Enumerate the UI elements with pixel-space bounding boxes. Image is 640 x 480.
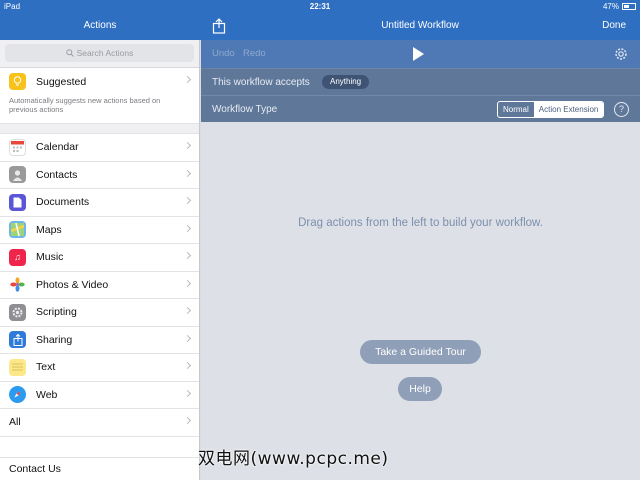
chevron-right-icon xyxy=(183,306,192,315)
chevron-right-icon xyxy=(183,141,192,150)
photos-icon xyxy=(9,276,26,294)
workflow-type-label: Workflow Type xyxy=(212,104,278,115)
safari-icon xyxy=(9,386,26,404)
sidebar-item-label: Music xyxy=(36,251,64,264)
chevron-right-icon xyxy=(183,224,192,232)
sidebar-item-music[interactable]: ♫ Music xyxy=(0,244,199,272)
status-bar: iPad 22:31 47% xyxy=(0,0,640,14)
chevron-right-icon xyxy=(183,279,192,287)
chevron-right-icon xyxy=(183,169,192,177)
search-placeholder: Search Actions xyxy=(76,48,134,58)
sidebar-item-maps[interactable]: Maps xyxy=(0,216,199,244)
guided-tour-button[interactable]: Take a Guided Tour xyxy=(360,340,481,364)
settings-gear-icon[interactable] xyxy=(614,47,628,61)
sidebar-item-label: Text xyxy=(36,361,56,374)
sidebar-item-label: Contact Us xyxy=(9,462,61,475)
sidebar-item-text[interactable]: Text xyxy=(0,354,199,382)
sidebar-item-web[interactable]: Web xyxy=(0,381,199,409)
chevron-right-icon xyxy=(183,196,192,205)
music-icon: ♫ xyxy=(9,248,26,266)
watermark-text: 双电网(www.pcpc.me) xyxy=(198,449,389,469)
actions-title: Actions xyxy=(83,20,117,31)
sidebar-item-scripting[interactable]: Scripting xyxy=(0,299,199,327)
help-button[interactable]: Help xyxy=(398,377,442,401)
redo-button[interactable]: Redo xyxy=(243,48,266,59)
workflow-type-segmented-control[interactable]: Normal Action Extension xyxy=(497,101,605,118)
actions-sidebar: Search Actions Suggested Automatically s… xyxy=(0,40,200,480)
calendar-icon xyxy=(9,138,26,156)
sidebar-item-label: Contacts xyxy=(36,168,78,181)
clock: 22:31 xyxy=(309,2,331,11)
undo-button[interactable]: Undo xyxy=(212,48,235,59)
input-type-row[interactable]: This workflow accepts Anything xyxy=(201,68,640,95)
search-icon xyxy=(65,49,74,57)
share-icon xyxy=(9,331,26,349)
workflow-title[interactable]: Untitled Workflow xyxy=(200,20,640,31)
sidebar-item-label: Suggested xyxy=(36,75,87,88)
accepts-label: This workflow accepts xyxy=(212,77,310,88)
gear-icon xyxy=(9,303,26,321)
editor-toolbar: Undo Redo xyxy=(201,40,640,68)
search-input[interactable]: Search Actions xyxy=(5,44,194,62)
workflow-editor: Undo Redo This workflow accepts Anything… xyxy=(201,40,640,480)
section-divider xyxy=(0,124,199,134)
battery-indicator: 47% xyxy=(603,2,636,11)
play-icon[interactable] xyxy=(413,47,424,61)
documents-icon xyxy=(9,193,26,211)
sidebar-item-suggested[interactable]: Suggested xyxy=(0,68,199,96)
sidebar-item-label: Scripting xyxy=(36,306,77,319)
maps-icon xyxy=(9,221,26,239)
sidebar-item-documents[interactable]: Documents xyxy=(0,189,199,217)
workflow-canvas[interactable]: Drag actions from the left to build your… xyxy=(201,122,640,480)
sidebar-item-contacts[interactable]: Contacts xyxy=(0,161,199,189)
chevron-right-icon xyxy=(183,251,192,260)
chevron-right-icon xyxy=(183,75,192,84)
sidebar-item-contact-us[interactable]: Contact Us xyxy=(0,456,199,480)
suggested-description: Automatically suggests new actions based… xyxy=(0,95,199,124)
search-bar: Search Actions xyxy=(0,40,199,68)
accepts-value-badge[interactable]: Anything xyxy=(322,75,370,89)
sidebar-item-label: Maps xyxy=(36,223,62,236)
sidebar-item-label: Photos & Video xyxy=(36,278,109,291)
workflow-type-row: Workflow Type Normal Action Extension ? xyxy=(201,95,640,122)
sidebar-item-label: Web xyxy=(36,388,58,401)
battery-percent: 47% xyxy=(602,2,619,11)
segment-normal[interactable]: Normal xyxy=(498,102,534,117)
sidebar-item-sharing[interactable]: Sharing xyxy=(0,326,199,354)
contacts-icon xyxy=(9,166,26,184)
sidebar-item-label: Documents xyxy=(36,196,90,209)
sidebar-item-all[interactable]: All xyxy=(0,409,199,437)
navigation-bar: Actions Untitled Workflow Done xyxy=(0,14,640,40)
chevron-right-icon xyxy=(183,361,192,370)
sidebar-item-photos-video[interactable]: Photos & Video xyxy=(0,271,199,299)
sidebar-item-calendar[interactable]: Calendar xyxy=(0,134,199,162)
chevron-right-icon xyxy=(183,334,192,342)
sidebar-item-label: All xyxy=(9,416,21,429)
help-icon[interactable]: ? xyxy=(614,102,629,117)
done-button[interactable]: Done xyxy=(602,20,626,31)
sidebar-item-label: Sharing xyxy=(36,333,73,346)
empty-state-hint: Drag actions from the left to build your… xyxy=(298,217,543,229)
segment-action-extension[interactable]: Action Extension xyxy=(533,102,604,117)
chevron-right-icon xyxy=(183,389,192,397)
chevron-right-icon xyxy=(183,416,192,425)
text-icon xyxy=(9,358,26,376)
battery-icon xyxy=(622,3,636,10)
lightbulb-icon xyxy=(9,73,26,91)
sidebar-item-label: Calendar xyxy=(36,141,79,154)
